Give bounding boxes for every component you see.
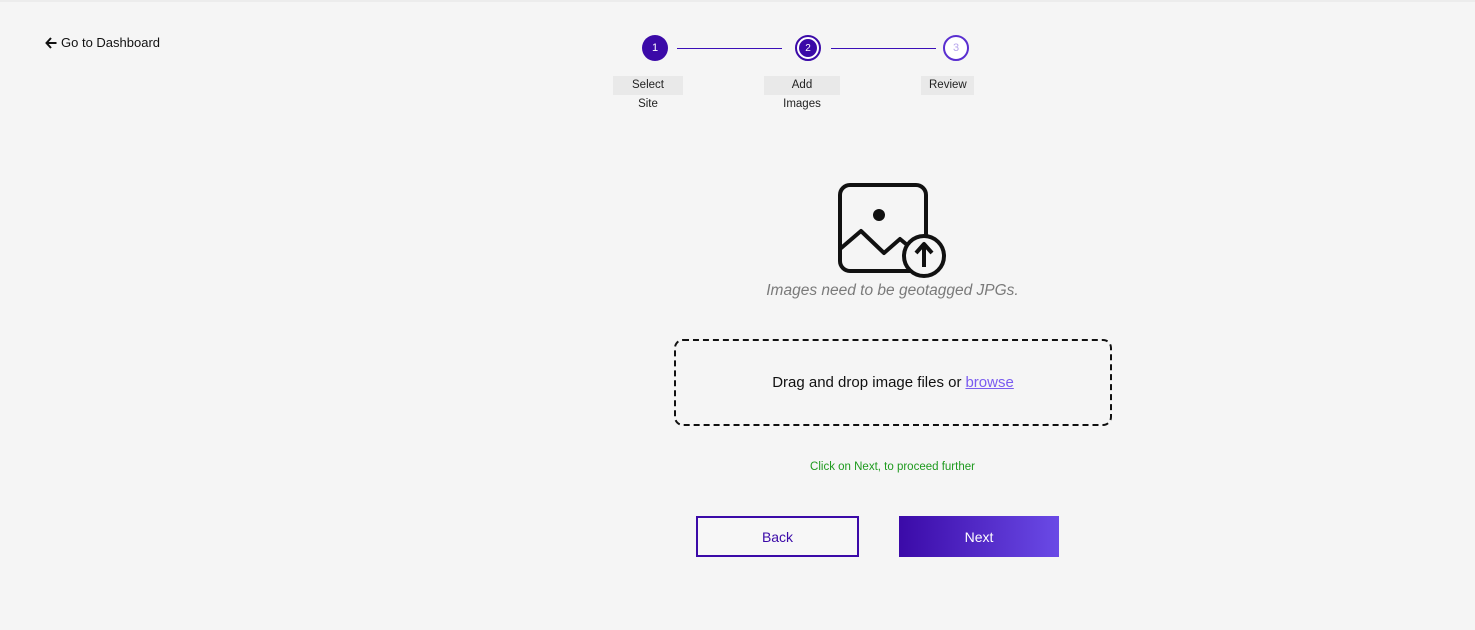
step-2-label: Add Images (764, 76, 840, 110)
step-3-label: Review (921, 76, 974, 95)
top-border (0, 0, 1475, 2)
step-2-indicator[interactable]: 2 (795, 35, 821, 61)
next-button-label: Next (964, 528, 994, 545)
back-button-label: Back (761, 528, 794, 545)
browse-link[interactable]: browse (965, 374, 1013, 391)
next-button[interactable]: Next (899, 516, 1059, 557)
back-button[interactable]: Back (696, 516, 859, 557)
proceed-message: Click on Next, to proceed further (810, 461, 975, 473)
step-1-indicator[interactable]: 1 (642, 35, 668, 61)
step-3-number: 3 (952, 42, 960, 54)
step-1-label: Select Site (613, 76, 683, 110)
image-upload-icon (836, 181, 948, 284)
step-3-indicator[interactable]: 3 (943, 35, 969, 61)
step-connector-1-2 (677, 48, 782, 49)
upload-hint: Images need to be geotagged JPGs. (766, 282, 1019, 299)
arrow-left-icon (45, 36, 57, 49)
step-1-number: 1 (651, 42, 659, 54)
go-to-dashboard-label: Go to Dashboard (61, 35, 161, 50)
image-dropzone[interactable]: Drag and drop image files or browse (674, 339, 1112, 426)
dropzone-text: Drag and drop image files or (772, 374, 962, 391)
go-to-dashboard-link[interactable]: Go to Dashboard (45, 35, 160, 50)
step-2-number: 2 (805, 42, 811, 54)
step-connector-2-3 (831, 48, 936, 49)
